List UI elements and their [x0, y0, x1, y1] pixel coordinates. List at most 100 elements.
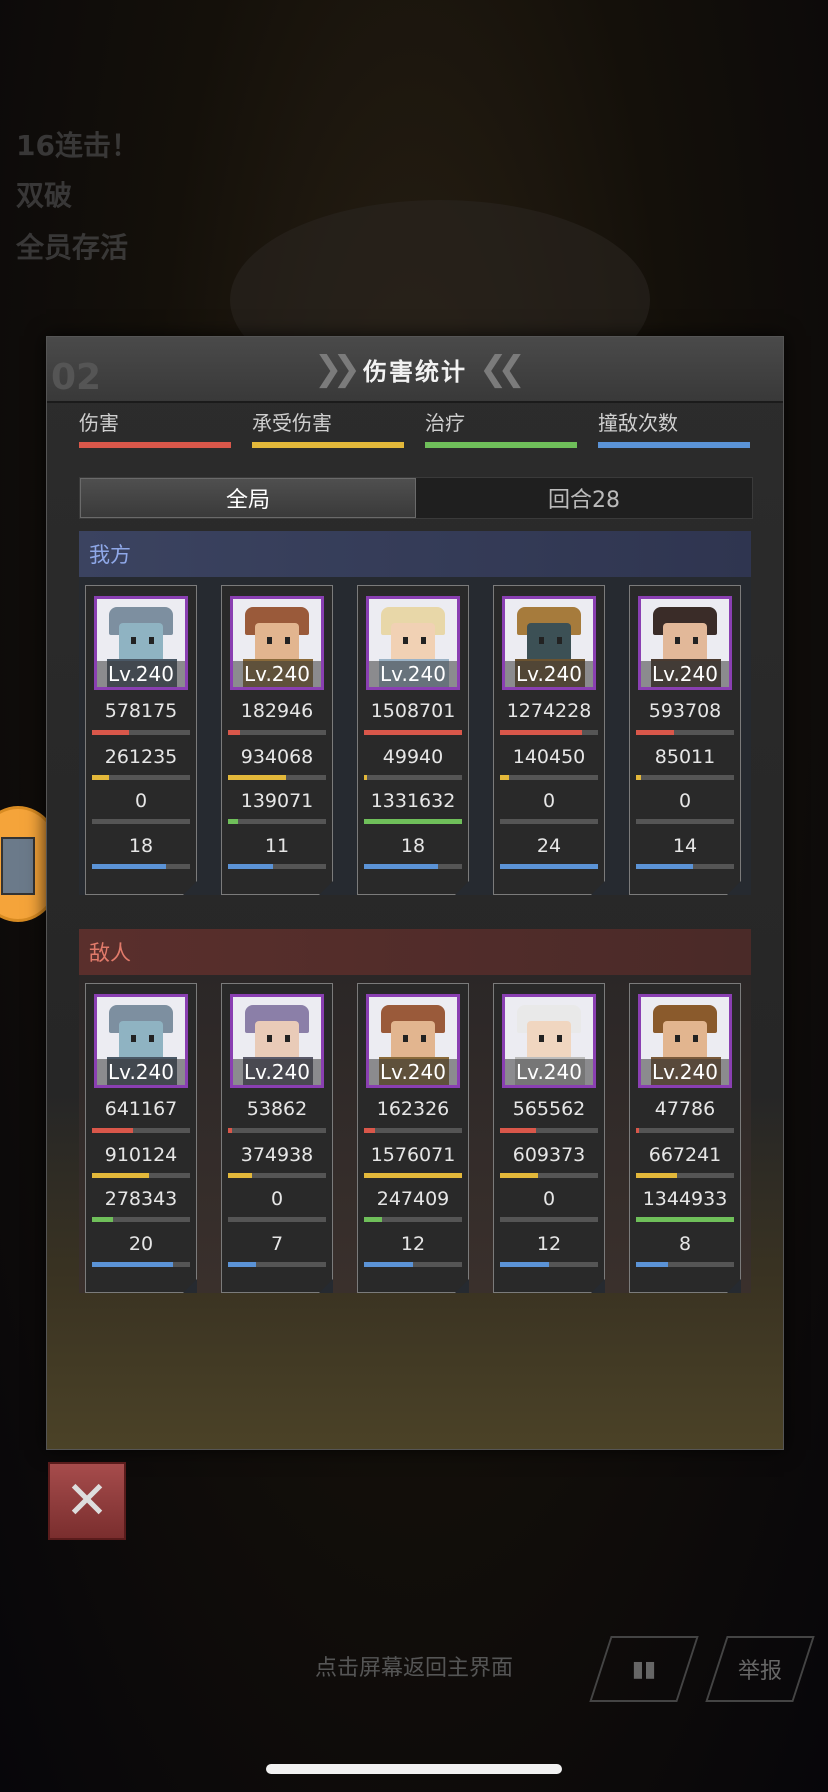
legend-taken-bar	[252, 442, 404, 448]
unit-damage-bar	[92, 1128, 190, 1133]
enemy-section: 敌人 Lv.240 641167 910124 278343 20 Lv.240 53862…	[79, 929, 751, 1293]
unit-hits-bar	[364, 1262, 462, 1267]
unit-hits-value: 18	[400, 835, 426, 857]
unit-level: Lv.240	[97, 661, 185, 687]
unit-portrait: Lv.240	[230, 596, 324, 690]
unit-level: Lv.240	[369, 1059, 457, 1085]
unit-taken-bar-fill	[92, 775, 109, 780]
unit-hits-value: 12	[400, 1233, 426, 1255]
ally-unit-card[interactable]: Lv.240 1508701 49940 1331632 18	[357, 585, 469, 895]
legend-damage: 伤害	[79, 407, 231, 448]
unit-taken-bar	[92, 1173, 190, 1178]
ally-unit-card[interactable]: Lv.240 578175 261235 0 18	[85, 585, 197, 895]
banner-all-survive: 全员存活	[16, 231, 129, 264]
enemy-unit-card[interactable]: Lv.240 47786 667241 1344933 8	[629, 983, 741, 1293]
stats-button[interactable]: ▮▮	[589, 1636, 699, 1702]
unit-heal-value: 0	[542, 1188, 556, 1210]
unit-damage-bar	[500, 730, 598, 735]
unit-taken-bar	[364, 775, 462, 780]
unit-hits-bar	[228, 1262, 326, 1267]
unit-hits-value: 11	[264, 835, 290, 857]
unit-taken-bar-fill	[228, 775, 286, 780]
unit-hits-bar	[500, 1262, 598, 1267]
unit-damage-value: 641167	[104, 1098, 178, 1120]
unit-taken-bar	[364, 1173, 462, 1178]
unit-taken-bar	[228, 1173, 326, 1178]
unit-taken-value: 49940	[382, 746, 444, 768]
close-button[interactable]: ✕	[48, 1462, 126, 1540]
unit-hits-value: 12	[536, 1233, 562, 1255]
unit-hits-bar-fill	[364, 864, 438, 869]
unit-heal-value: 247409	[376, 1188, 450, 1210]
unit-taken-bar	[636, 1173, 734, 1178]
ally-section-title: 我方	[79, 531, 751, 577]
home-indicator[interactable]	[266, 1764, 562, 1774]
unit-portrait: Lv.240	[638, 596, 732, 690]
enemy-unit-card[interactable]: Lv.240 641167 910124 278343 20	[85, 983, 197, 1293]
unit-hits-bar-fill	[92, 864, 166, 869]
ally-section: 我方 Lv.240 578175 261235 0 18 Lv.240 182946 9340…	[79, 531, 751, 895]
unit-portrait: Lv.240	[502, 596, 596, 690]
unit-hits-bar	[92, 1262, 190, 1267]
chevron-left-icon: ❮❮	[479, 349, 526, 389]
unit-hits-bar	[92, 864, 190, 869]
unit-damage-value: 47786	[654, 1098, 716, 1120]
unit-taken-value: 667241	[648, 1144, 722, 1166]
unit-level: Lv.240	[233, 661, 321, 687]
deco-number: 02	[51, 357, 102, 398]
unit-hits-bar-fill	[636, 1262, 669, 1267]
unit-heal-bar	[636, 1217, 734, 1222]
unit-portrait: Lv.240	[366, 994, 460, 1088]
bar-chart-icon: ▮▮	[631, 1656, 657, 1682]
unit-taken-value: 140450	[512, 746, 586, 768]
chevron-right-icon: ❯❯	[314, 349, 361, 389]
unit-damage-bar-fill	[92, 1128, 134, 1133]
unit-heal-value: 0	[134, 790, 148, 812]
ally-unit-card[interactable]: Lv.240 182946 934068 139071 11	[221, 585, 333, 895]
unit-level: Lv.240	[641, 1059, 729, 1085]
ally-unit-card[interactable]: Lv.240 1274228 140450 0 24	[493, 585, 605, 895]
unit-level: Lv.240	[505, 1059, 593, 1085]
unit-hits-bar-fill	[92, 1262, 174, 1267]
unit-taken-value: 85011	[654, 746, 716, 768]
enemy-unit-card[interactable]: Lv.240 162326 1576071 247409 12	[357, 983, 469, 1293]
unit-level: Lv.240	[369, 661, 457, 687]
stat-legend: 伤害 承受伤害 治疗 撞敌次数	[79, 407, 751, 448]
legend-damage-bar	[79, 442, 231, 448]
unit-damage-bar-fill	[364, 730, 462, 735]
unit-damage-bar-fill	[500, 730, 583, 735]
ally-cards: Lv.240 578175 261235 0 18 Lv.240 182946 934068 1…	[79, 577, 751, 895]
unit-damage-value: 578175	[104, 700, 178, 722]
enemy-section-title: 敌人	[79, 929, 751, 975]
tab-overall[interactable]: 全局	[80, 478, 416, 518]
unit-heal-bar-fill	[364, 819, 462, 824]
unit-heal-bar	[636, 819, 734, 824]
scope-tabs: 全局 回合28	[79, 477, 753, 519]
unit-damage-value: 182946	[240, 700, 314, 722]
unit-portrait: Lv.240	[94, 994, 188, 1088]
unit-portrait: Lv.240	[94, 596, 188, 690]
unit-level: Lv.240	[641, 661, 729, 687]
report-button[interactable]: 举报	[705, 1636, 815, 1702]
unit-damage-bar	[500, 1128, 598, 1133]
unit-damage-bar	[636, 730, 734, 735]
unit-heal-bar	[228, 819, 326, 824]
ally-unit-card[interactable]: Lv.240 593708 85011 0 14	[629, 585, 741, 895]
unit-hits-bar	[228, 864, 326, 869]
unit-damage-bar	[636, 1128, 734, 1133]
enemy-unit-card[interactable]: Lv.240 53862 374938 0 7	[221, 983, 333, 1293]
unit-damage-bar	[364, 1128, 462, 1133]
unit-heal-bar	[500, 1217, 598, 1222]
unit-taken-bar-fill	[92, 1173, 149, 1178]
banner-double-break: 双破	[16, 179, 73, 212]
unit-hits-bar	[500, 864, 598, 869]
return-hint[interactable]: 点击屏幕返回主界面	[0, 1650, 828, 1682]
tab-round[interactable]: 回合28	[416, 478, 752, 518]
enemy-unit-card[interactable]: Lv.240 565562 609373 0 12	[493, 983, 605, 1293]
legend-hits-bar	[598, 442, 750, 448]
legend-heal-bar	[425, 442, 577, 448]
unit-taken-bar-fill	[500, 1173, 539, 1178]
unit-heal-value: 1344933	[642, 1188, 728, 1210]
panel-header: 02 ❯❯ 伤害统计 ❮❮	[47, 337, 783, 403]
unit-damage-value: 1274228	[506, 700, 592, 722]
